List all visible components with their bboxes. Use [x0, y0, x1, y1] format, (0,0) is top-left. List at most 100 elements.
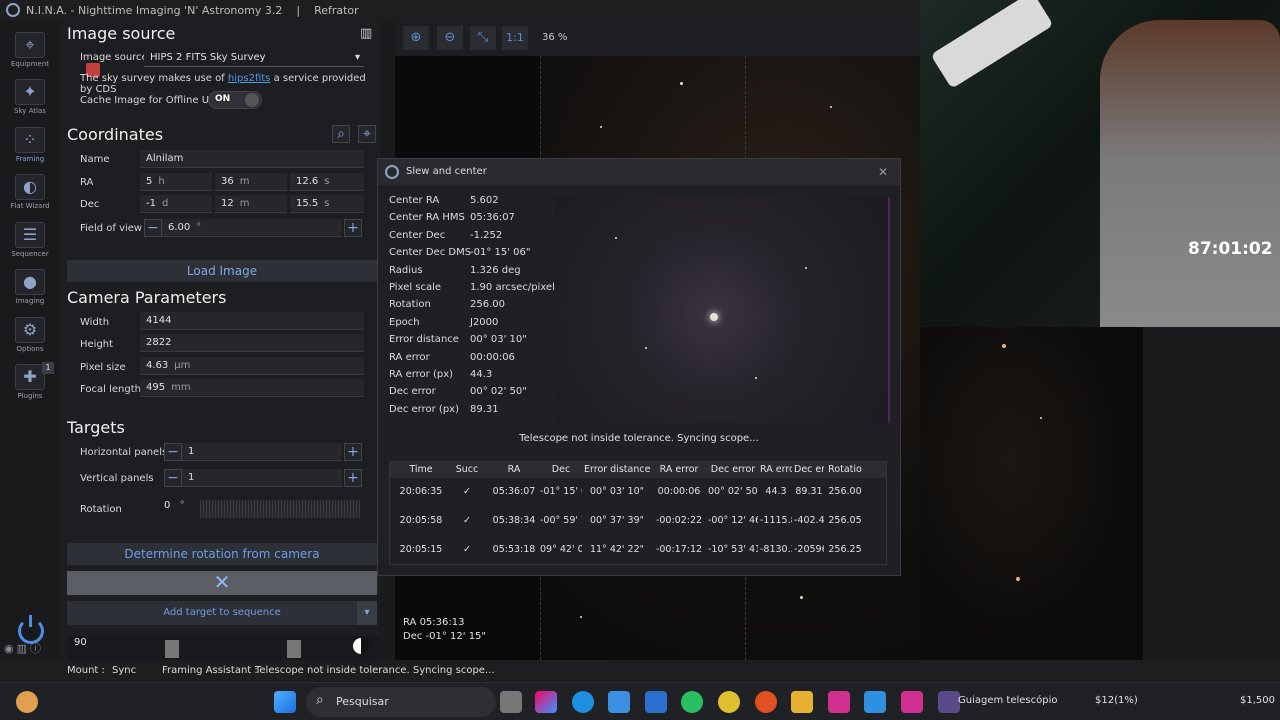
result-key: Epoch: [389, 316, 420, 328]
location-pin-icon[interactable]: ⌖: [358, 125, 376, 143]
column-header[interactable]: Rotatio: [826, 462, 864, 478]
column-header[interactable]: Dec err: [794, 462, 824, 478]
column-header[interactable]: RA erro: [760, 462, 792, 478]
add-target-button[interactable]: Add target to sequence ▾: [67, 601, 377, 625]
nav-options[interactable]: ⚙ Options: [0, 317, 60, 353]
ra-minutes-input[interactable]: 36 m: [215, 173, 287, 191]
table-cell: -402.48: [794, 515, 824, 526]
column-header[interactable]: Succ: [446, 462, 488, 478]
webcam-overlay: [920, 0, 1280, 327]
rotation-unit: °: [179, 500, 185, 511]
app-icon[interactable]: [864, 691, 886, 713]
load-image-button[interactable]: Load Image: [67, 260, 377, 282]
width-input[interactable]: 4144: [140, 312, 364, 330]
cancel-icon[interactable]: ✕: [67, 571, 377, 595]
star: [755, 377, 757, 379]
result-value: 1.326 deg: [470, 264, 521, 276]
book-icon[interactable]: ▥: [17, 642, 30, 655]
assistant-status-value: Telescope not inside tolerance. Syncing …: [255, 665, 495, 676]
zoom-out-button[interactable]: ⊖: [437, 26, 463, 50]
telescope-coordinates-icon[interactable]: ⌕: [332, 125, 350, 143]
edge-icon[interactable]: [572, 691, 594, 713]
ra-hours-input[interactable]: 5h: [140, 173, 212, 191]
fov-increase-button[interactable]: +: [344, 219, 362, 237]
dec-seconds-input[interactable]: 15.5 s: [290, 195, 364, 213]
cache-toggle[interactable]: ON: [208, 91, 262, 109]
vpanels-decrease-button[interactable]: −: [164, 469, 182, 487]
windows-taskbar: Pesquisar Guiagem telescópio $12(1%) $1,…: [0, 682, 1280, 720]
column-header[interactable]: Dec: [540, 462, 582, 478]
height-input[interactable]: 2822: [140, 334, 364, 352]
column-header[interactable]: Time: [398, 462, 444, 478]
chevron-down-icon[interactable]: ▾: [357, 601, 377, 625]
store-icon[interactable]: [608, 691, 630, 713]
taskbar-search[interactable]: Pesquisar: [306, 687, 496, 717]
rotation-slider[interactable]: [200, 500, 360, 518]
column-header[interactable]: Error distance: [584, 462, 650, 478]
file-explorer-icon[interactable]: [791, 691, 813, 713]
dec-degrees-value: -1: [146, 198, 156, 209]
result-value: 00° 03' 10": [470, 334, 527, 346]
nav-equipment[interactable]: ⌖ Equipment: [0, 32, 60, 68]
nav-sequencer[interactable]: ☰ Sequencer: [0, 222, 60, 258]
table-cell: 05:36:07: [492, 486, 536, 497]
focal-length-input[interactable]: 495 mm: [140, 379, 364, 397]
nav-plugins[interactable]: ✚ Plugins 1: [0, 362, 60, 400]
search-placeholder: Pesquisar: [336, 695, 389, 708]
windows-start-icon[interactable]: [274, 691, 296, 713]
column-header[interactable]: Dec error: [708, 462, 758, 478]
horizontal-panels-input[interactable]: 1: [182, 443, 342, 461]
eye-icon[interactable]: ◉: [4, 642, 17, 655]
nina-taskbar-icon[interactable]: [938, 691, 960, 713]
vertical-panels-input[interactable]: 1: [182, 469, 342, 487]
column-header[interactable]: RA error: [652, 462, 706, 478]
task-view-icon[interactable]: [500, 691, 522, 713]
table-cell: -00° 59' 24": [540, 515, 582, 526]
ra-seconds-input[interactable]: 12.6 s: [290, 173, 364, 191]
table-row[interactable]: 20:05:58 ✓ 05:38:34 -00° 59' 24" 00° 37' 39"…: [390, 515, 886, 531]
determine-rotation-button[interactable]: Determine rotation from camera: [67, 543, 377, 565]
nav-imaging[interactable]: ● Imaging: [0, 269, 60, 305]
pixel-size-input[interactable]: 4.63 µm: [140, 357, 364, 375]
hpanels-increase-button[interactable]: +: [344, 443, 362, 461]
ra-minutes-unit: m: [239, 176, 250, 187]
dialog-title-bar: Slew and center ✕: [378, 159, 900, 185]
nina-logo-icon: [385, 165, 399, 179]
copilot-icon[interactable]: [535, 691, 557, 713]
opera-icon[interactable]: [755, 691, 777, 713]
weather-icon[interactable]: [16, 691, 38, 713]
star: [830, 106, 832, 108]
table-row[interactable]: 20:05:15✓05:53:1809° 42' 02"11° 42' 22"-…: [390, 544, 886, 560]
column-header[interactable]: RA: [490, 462, 538, 478]
table-row[interactable]: 20:06:35 ✓ 05:36:07 -01° 15' 06" 00° 03' 10"…: [390, 486, 886, 502]
dec-degrees-input[interactable]: -1 d: [140, 195, 212, 213]
hips2fits-link[interactable]: hips2fits: [228, 73, 270, 84]
app-icon[interactable]: [645, 691, 667, 713]
bottom-icon-row: ◉▥ⓘ: [4, 640, 44, 656]
target-name-input[interactable]: Alnilam: [140, 150, 364, 168]
nav-flat-wizard[interactable]: ◐ Flat Wizard: [0, 174, 60, 210]
close-icon[interactable]: ✕: [878, 165, 888, 179]
chrome-icon[interactable]: [718, 691, 740, 713]
nav-sky-atlas[interactable]: ✦ Sky Atlas: [0, 79, 60, 115]
fov-decrease-button[interactable]: −: [144, 219, 162, 237]
app-icon[interactable]: [828, 691, 850, 713]
one-to-one-button[interactable]: 1:1: [502, 26, 528, 50]
fov-input[interactable]: 6.00 °: [162, 219, 342, 237]
image-source-select[interactable]: HIPS 2 FITS Sky Survey ▾: [144, 49, 364, 67]
table-cell: 00° 37' 39": [589, 515, 645, 526]
whatsapp-icon[interactable]: [681, 691, 703, 713]
dec-minutes-value: 12: [221, 198, 234, 209]
hpanels-decrease-button[interactable]: −: [164, 443, 182, 461]
book-open-icon[interactable]: ▥: [360, 26, 372, 41]
rotation-value[interactable]: 0 °: [164, 500, 185, 511]
nav-framing[interactable]: ⁘ Framing: [0, 127, 60, 163]
app-icon[interactable]: [901, 691, 923, 713]
zoom-in-button[interactable]: ⊕: [403, 26, 429, 50]
result-value: 05:36:07: [470, 212, 515, 224]
info-icon[interactable]: ⓘ: [30, 642, 44, 655]
dec-minutes-input[interactable]: 12 m: [215, 195, 287, 213]
fit-button[interactable]: ⤡: [470, 26, 496, 50]
ra-seconds-unit: s: [324, 176, 330, 187]
vpanels-increase-button[interactable]: +: [344, 469, 362, 487]
